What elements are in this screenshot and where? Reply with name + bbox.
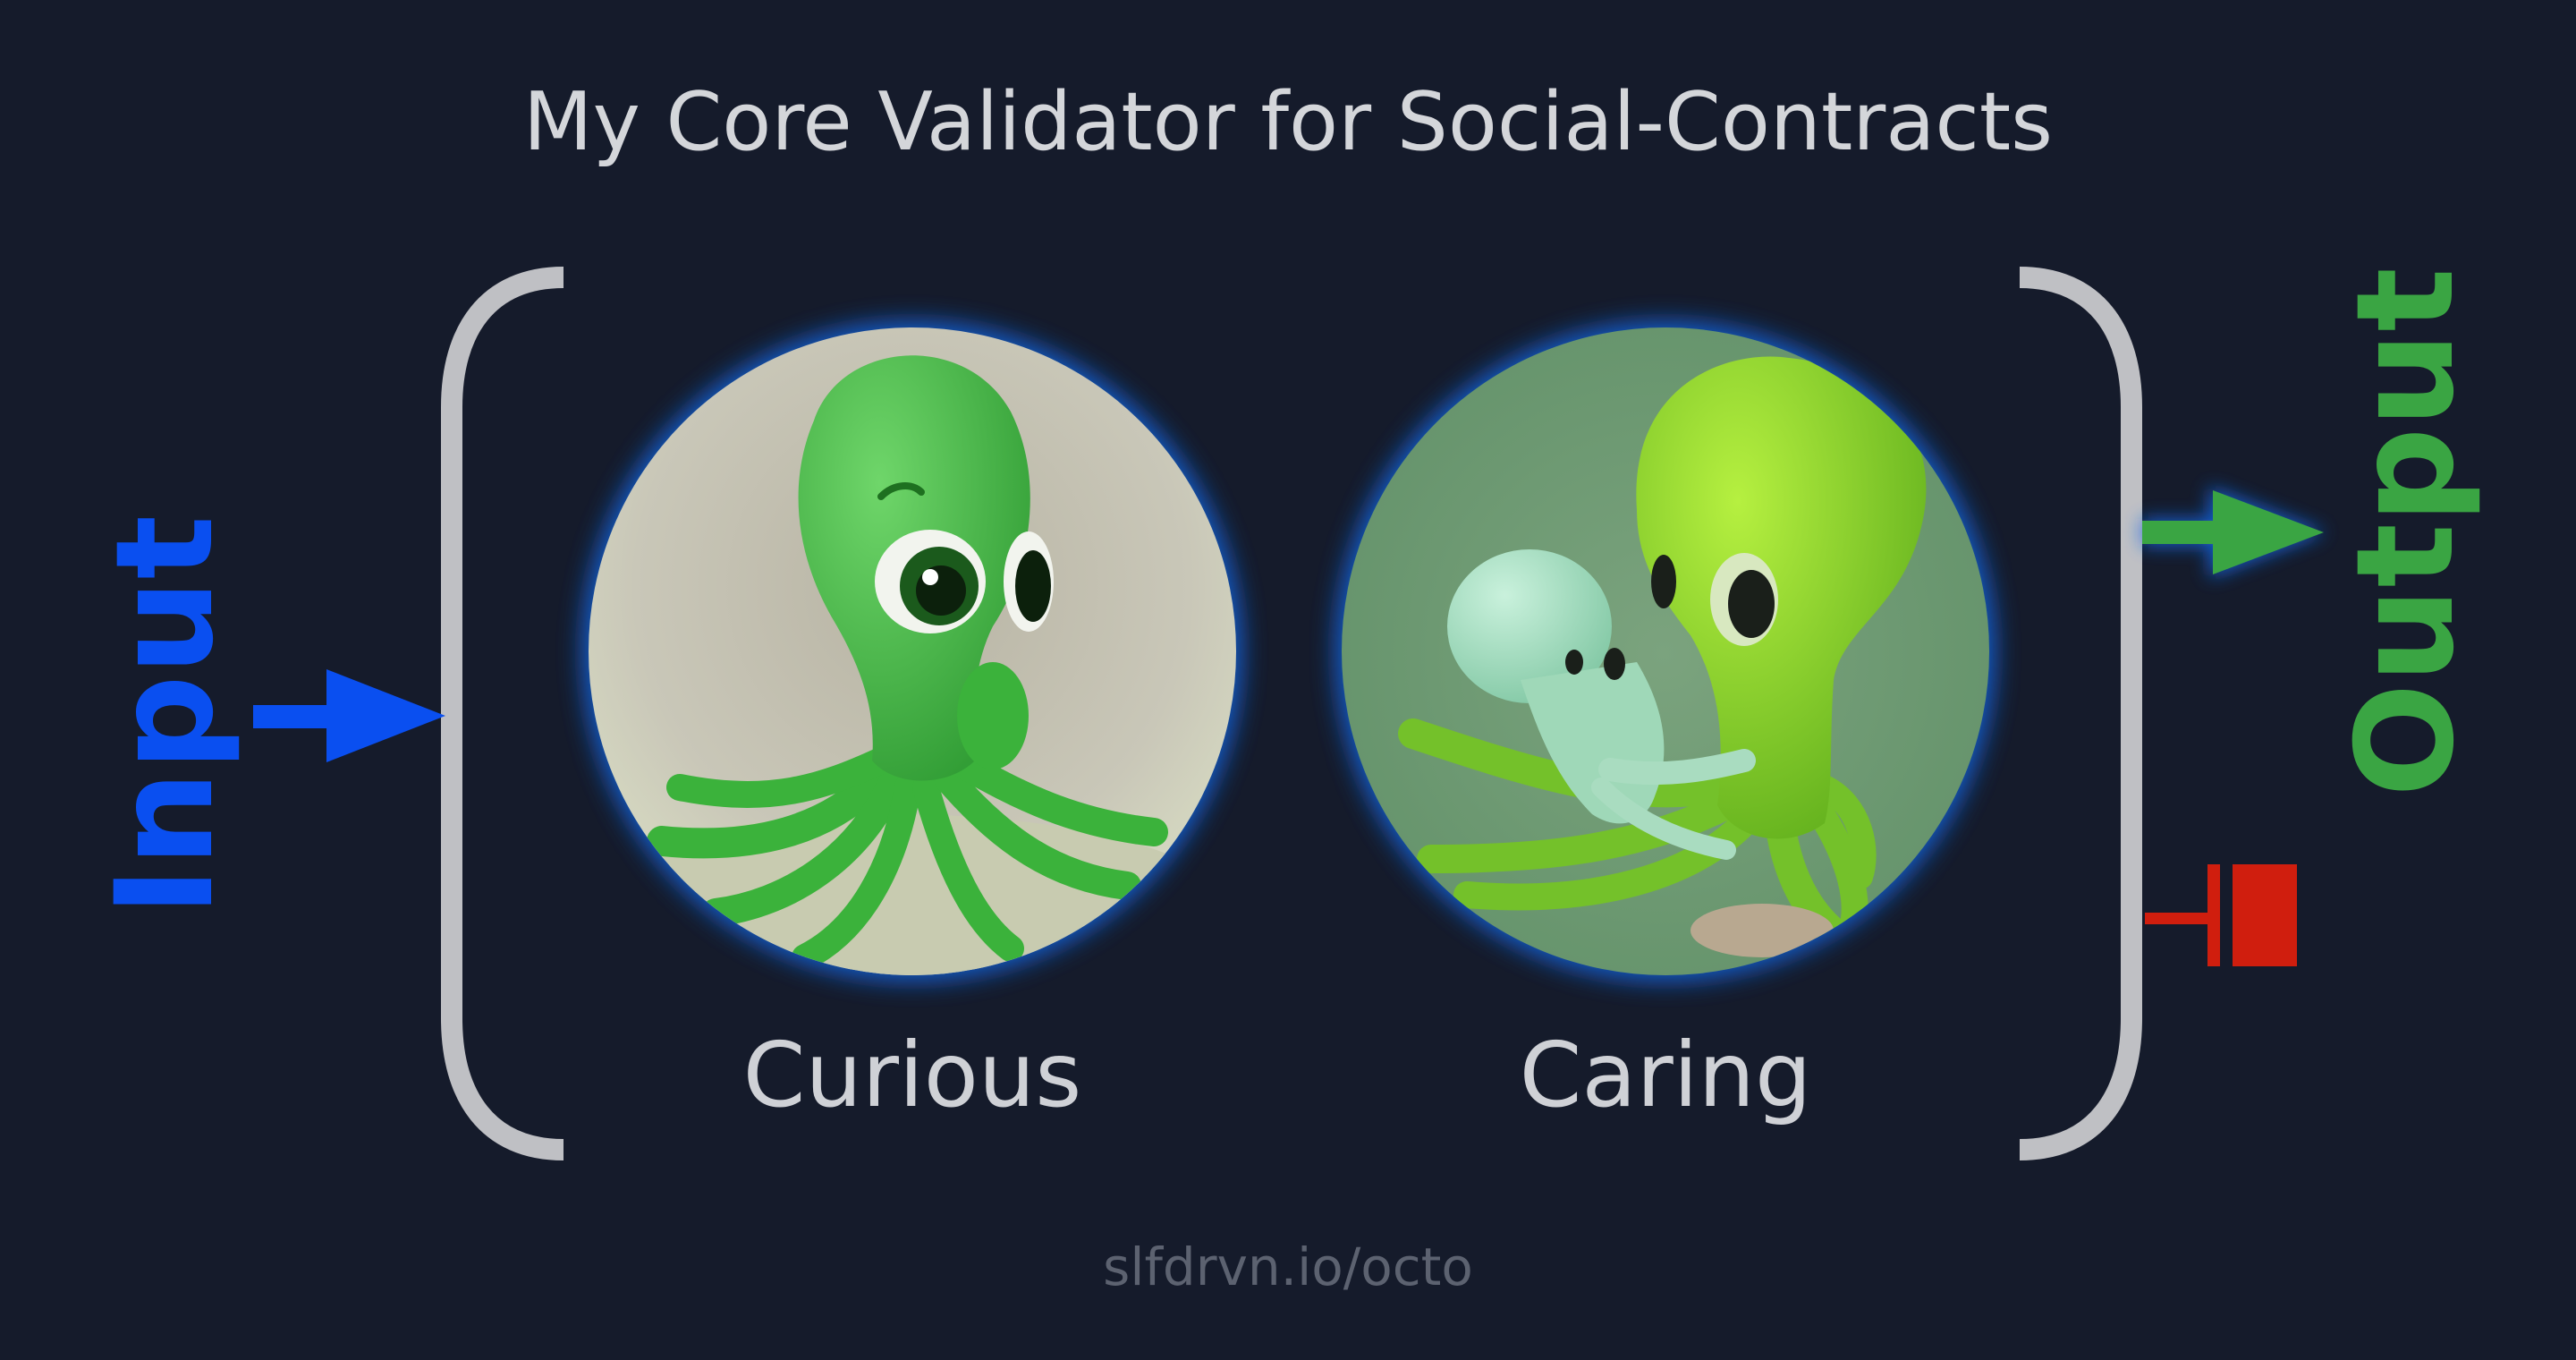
left-bracket	[441, 267, 564, 1160]
input-arrow-icon	[253, 669, 445, 762]
diagram-canvas: My Core Validator for Social-Contracts I…	[0, 0, 2576, 1360]
right-bracket	[2019, 267, 2142, 1160]
input-label: Input	[88, 514, 243, 917]
output-arrow-icon	[2142, 487, 2326, 578]
blocked-output-icon	[2145, 864, 2297, 966]
diagram-graphics	[253, 267, 2326, 1160]
caring-octopus-image	[1336, 322, 1995, 981]
trait-label-caring: Caring	[1519, 1023, 1812, 1127]
footer-url[interactable]: slfdrvn.io/octo	[0, 1231, 2576, 1303]
output-label: Output	[2328, 268, 2484, 797]
trait-label-curious: Curious	[742, 1023, 1082, 1127]
curious-octopus-image	[583, 322, 1241, 981]
